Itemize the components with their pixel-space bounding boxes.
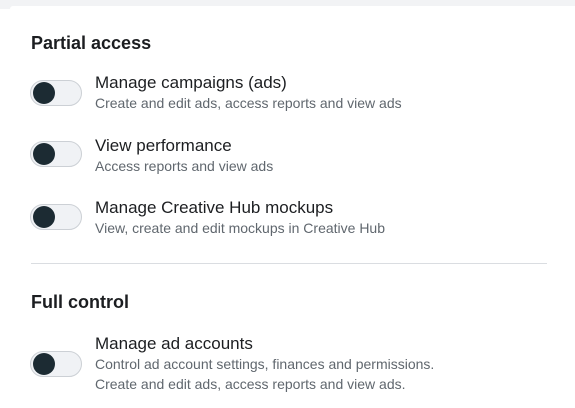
permission-text: Manage ad accounts Control ad account se… [95,333,550,394]
permission-title: View performance [95,136,232,155]
toggle-knob [33,143,55,165]
permission-description: View, create and edit mockups in Creativ… [95,220,386,236]
permission-row-view-performance: View performance Access reports and view… [30,135,550,179]
permission-description: Access reports and view ads [95,158,274,174]
section-title-partial-access: Partial access [31,33,152,53]
permission-description-line: Create and edit ads, access reports and … [95,376,406,392]
permission-title: Manage Creative Hub mockups [95,198,334,217]
toggle-manage-campaigns[interactable] [30,80,82,106]
permission-row-manage-ad-accounts: Manage ad accounts Control ad account se… [30,333,550,399]
permission-text: View performance Access reports and view… [95,135,550,176]
permission-description-line: Control ad account settings, finances an… [95,356,435,372]
top-strip [0,0,575,9]
toggle-manage-ad-accounts[interactable] [30,351,82,377]
toggle-knob [33,82,55,104]
permission-row-manage-creative-hub: Manage Creative Hub mockups View, create… [30,197,550,241]
toggle-knob [33,353,55,375]
permission-text: Manage campaigns (ads) Create and edit a… [95,72,550,113]
toggle-manage-creative-hub[interactable] [30,204,82,230]
permission-description: Create and edit ads, access reports and … [95,95,402,111]
permission-row-manage-campaigns: Manage campaigns (ads) Create and edit a… [30,72,550,116]
toggle-view-performance[interactable] [30,141,82,167]
permission-text: Manage Creative Hub mockups View, create… [95,197,550,238]
section-title-full-control: Full control [31,292,129,312]
section-divider [31,263,547,264]
panel-edge [10,6,575,9]
permission-title: Manage campaigns (ads) [95,73,287,92]
toggle-knob [33,206,55,228]
permission-title: Manage ad accounts [95,334,253,353]
permissions-panel: Partial access Manage campaigns (ads) Cr… [0,0,575,408]
